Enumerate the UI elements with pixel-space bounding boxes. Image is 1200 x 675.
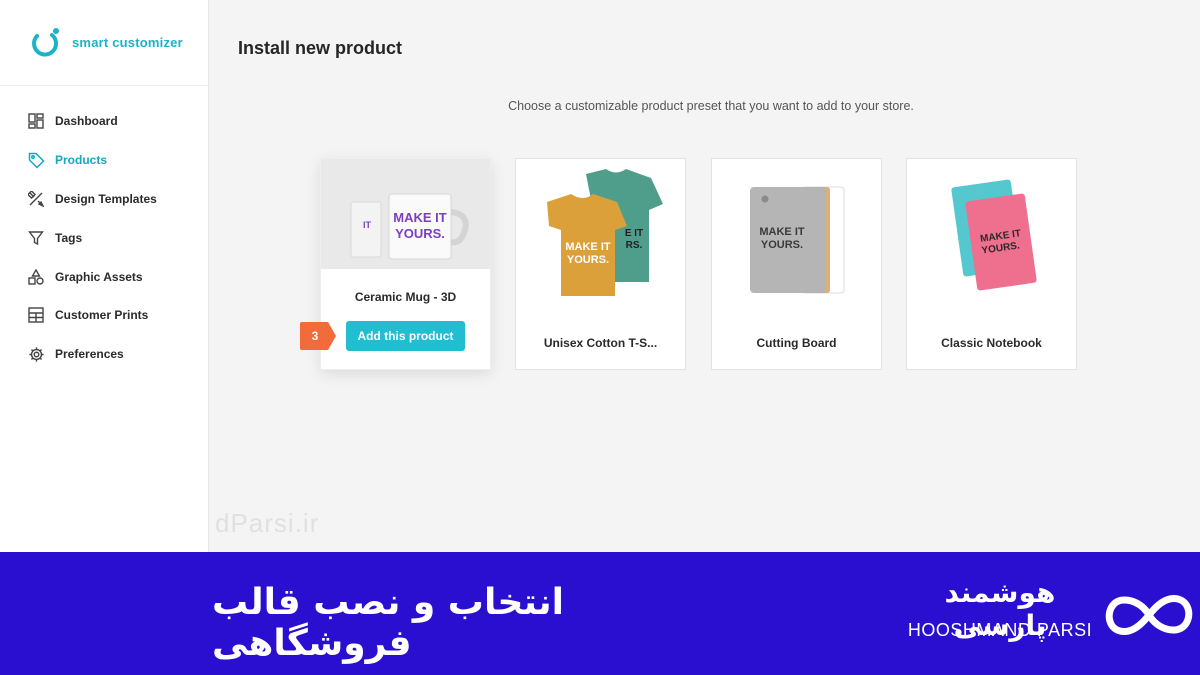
mockup-text-line-1: MAKE IT	[759, 226, 805, 238]
filter-icon	[27, 229, 45, 247]
sidebar-item-label: Preferences	[55, 347, 124, 362]
sidebar-item-label: Customer Prints	[55, 308, 149, 323]
mockup-text-line-2: YOURS.	[395, 226, 445, 241]
prints-icon	[27, 306, 45, 324]
smart-customizer-logo-icon	[32, 27, 59, 56]
page-title: Install new product	[238, 38, 403, 58]
dashboard-icon	[27, 112, 45, 130]
brand-name: smart customizer	[72, 35, 183, 50]
page-subtitle: Choose a customizable product preset tha…	[508, 99, 914, 113]
infinity-logo-icon	[1105, 594, 1193, 636]
notebook-image: MAKE IT YOURS.	[907, 159, 1076, 309]
sidebar-item-design-templates[interactable]: Design Templates	[0, 180, 208, 219]
svg-text:RS.: RS.	[625, 240, 642, 251]
mockup-text-line-2: YOURS.	[760, 239, 802, 251]
sidebar-item-graphic-assets[interactable]: Graphic Assets	[0, 257, 208, 296]
product-title: Ceramic Mug - 3D	[354, 290, 457, 304]
sidebar-item-label: Tags	[55, 230, 83, 245]
tshirt-image: MAKE IT YOURS. E IT RS.	[516, 159, 685, 309]
product-card-cutting-board[interactable]: MAKE IT YOURS. Cutting Board	[711, 158, 882, 370]
svg-text:E IT: E IT	[624, 228, 642, 239]
sidebar-item-label: Dashboard	[55, 114, 118, 129]
sidebar-nav: Dashboard Products Design Templates Tags…	[0, 86, 208, 374]
product-title: Unisex Cotton T-S...	[543, 336, 658, 350]
mug-image: MAKE IT YOURS. IT	[321, 159, 490, 269]
mockup-text-line-2: YOURS.	[566, 254, 608, 266]
product-title: Cutting Board	[756, 336, 837, 350]
cutting-board-image: MAKE IT YOURS.	[712, 159, 881, 309]
watermark-text: dParsi.ir	[215, 508, 320, 538]
sidebar-item-dashboard[interactable]: Dashboard	[0, 102, 208, 141]
brand-name-english: HOOSHMAND PARSI	[907, 620, 1093, 640]
sidebar-item-tags[interactable]: Tags	[0, 218, 208, 257]
product-card-tshirt[interactable]: MAKE IT YOURS. E IT RS. Unisex Cotton T-…	[515, 158, 686, 370]
sidebar-item-customer-prints[interactable]: Customer Prints	[0, 296, 208, 335]
gear-icon	[27, 345, 45, 363]
design-tools-icon	[27, 190, 45, 208]
product-card-ceramic-mug[interactable]: MAKE IT YOURS. IT Ceramic Mug - 3D Add t…	[320, 158, 491, 370]
banner-headline: انتخاب و نصب قالب فروشگاهی	[212, 582, 564, 664]
brand-header[interactable]: smart customizer	[0, 0, 208, 86]
step-badge: 3	[300, 322, 336, 350]
sidebar-item-label: Design Templates	[55, 191, 157, 206]
sidebar-item-label: Products	[55, 153, 108, 168]
bottom-banner: انتخاب و نصب قالب فروشگاهی هوشمند پارسی …	[0, 552, 1200, 675]
tag-icon	[27, 151, 45, 169]
svg-text:IT: IT	[363, 220, 372, 230]
add-this-product-button[interactable]: Add this product	[346, 321, 465, 351]
mockup-text-line-1: MAKE IT	[565, 241, 611, 253]
mockup-text-line-1: MAKE IT	[393, 210, 447, 225]
sidebar: smart customizer Dashboard Products Desi…	[0, 0, 209, 552]
step-number: 3	[311, 329, 319, 343]
shapes-icon	[27, 268, 45, 286]
sidebar-item-preferences[interactable]: Preferences	[0, 335, 208, 374]
product-title: Classic Notebook	[941, 336, 1042, 350]
sidebar-item-products[interactable]: Products	[0, 141, 208, 180]
product-card-notebook[interactable]: MAKE IT YOURS. Classic Notebook	[906, 158, 1077, 370]
sidebar-item-label: Graphic Assets	[55, 269, 143, 284]
